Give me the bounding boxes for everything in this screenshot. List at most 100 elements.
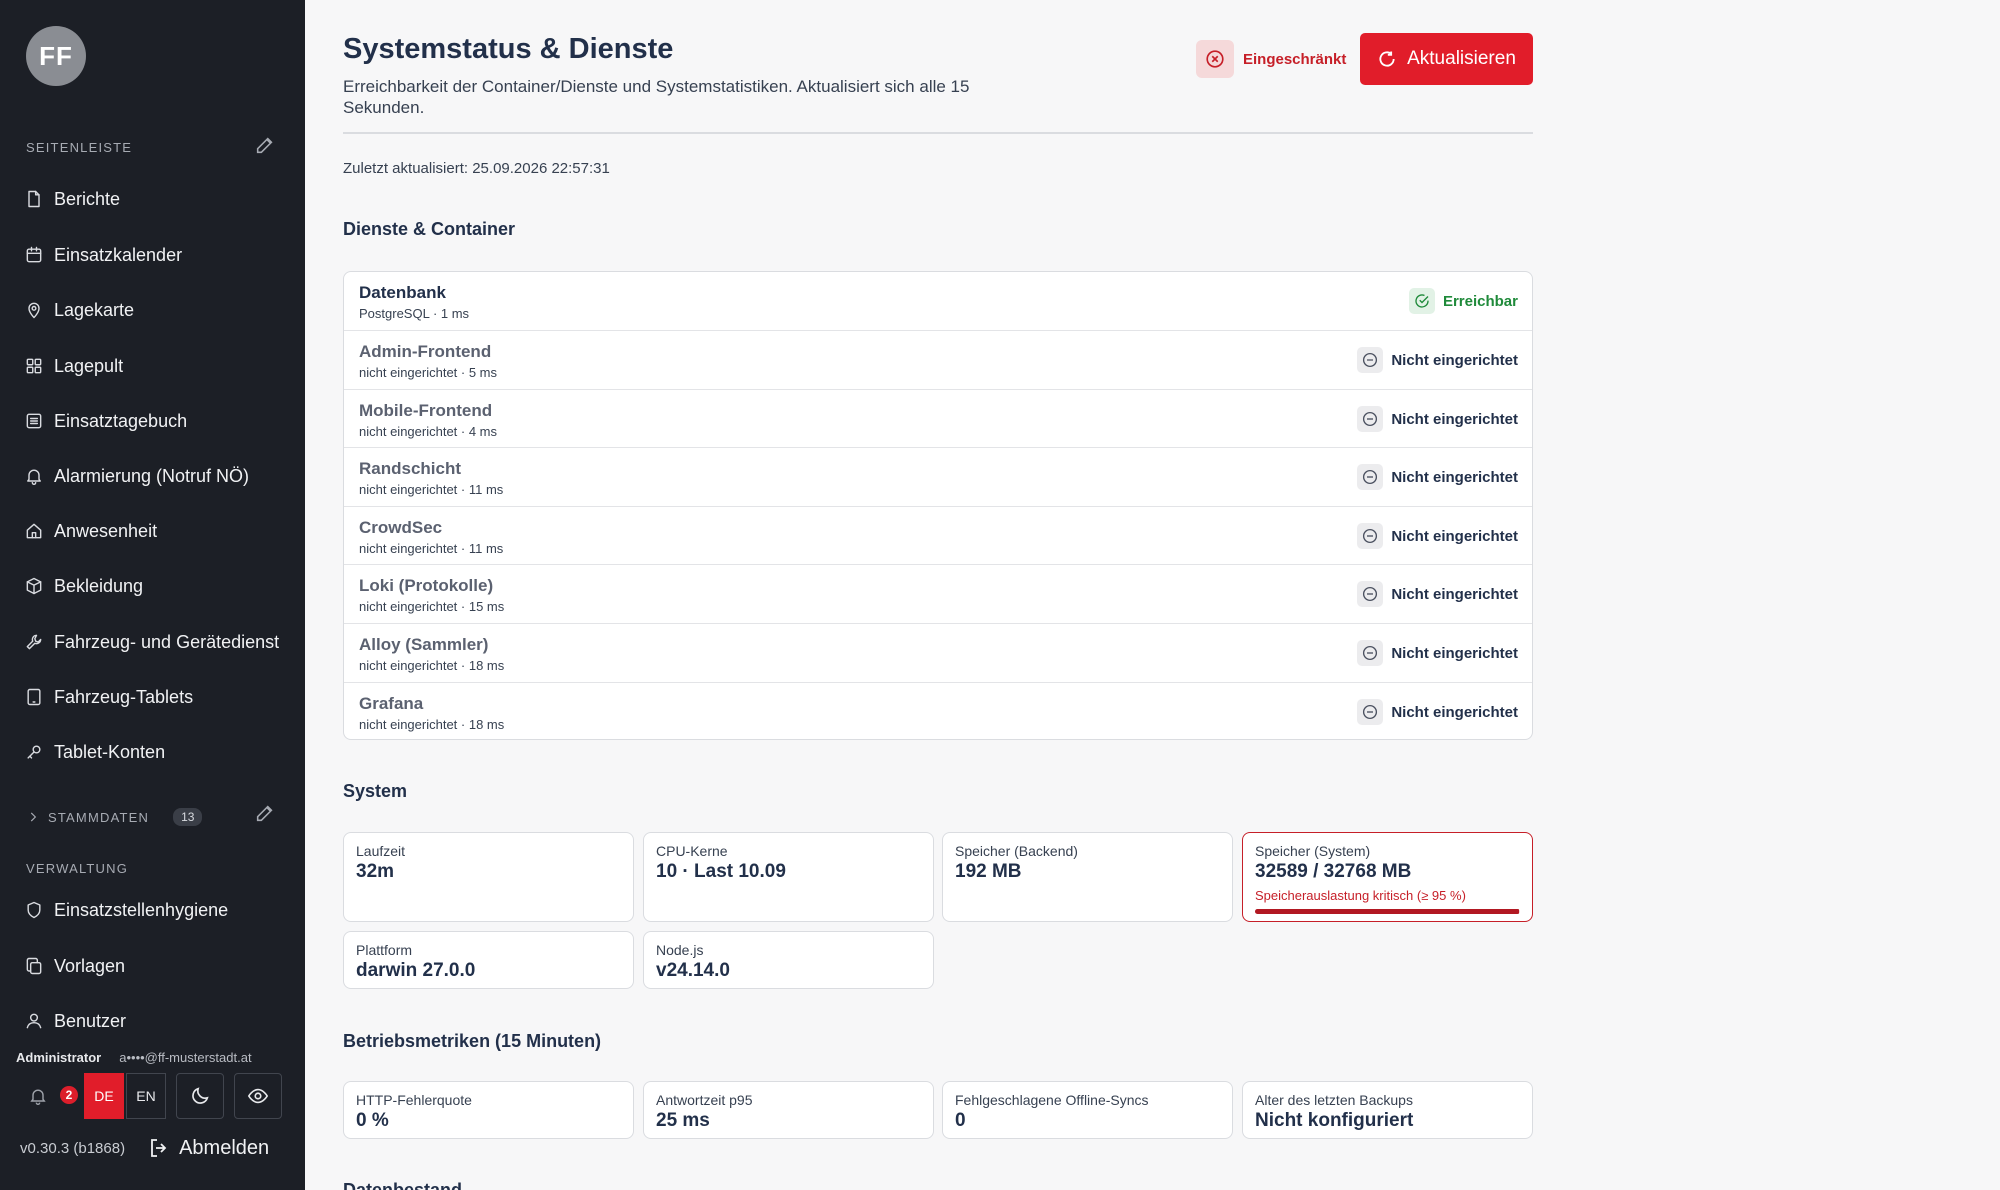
overall-status-text: Eingeschränkt <box>1243 50 1347 68</box>
service-status: Nicht eingerichtet <box>1357 640 1518 666</box>
service-name: Mobile-Frontend <box>359 401 493 420</box>
sidebar-item-alarmierung[interactable]: Alarmierung (Notruf NÖ) <box>24 458 249 494</box>
sidebar-item-bekleidung[interactable]: Bekleidung <box>24 568 143 604</box>
status-icon-wrapper <box>1357 699 1384 725</box>
version-row: v0.30.3 (b1868) Abmelden <box>20 1132 269 1164</box>
sidebar-item-label: Einsatzkalender <box>54 244 183 265</box>
service-status: Nicht eingerichtet <box>1357 581 1518 607</box>
wrench-icon <box>26 634 42 650</box>
refresh-button[interactable]: Aktualisieren <box>1360 33 1533 85</box>
stat-label: Speicher (System) <box>1255 843 1371 859</box>
verwaltung-section: VERWALTUNG <box>26 861 128 876</box>
sidebar-item-benutzer[interactable]: Benutzer <box>24 1003 126 1039</box>
bell-icon <box>30 1089 46 1105</box>
sidebar-item-lagekarte[interactable]: Lagekarte <box>24 292 134 328</box>
memory-usage-bar <box>1255 909 1520 914</box>
services-heading: Dienste & Container <box>343 219 516 239</box>
status-icon-wrapper <box>1357 347 1384 373</box>
stat-label: Node.js <box>656 942 704 958</box>
sidebar-item-einsatzstellenhygiene[interactable]: Einsatzstellenhygiene <box>24 892 228 928</box>
user-icon <box>26 1013 42 1029</box>
service-name: Alloy (Sammler) <box>359 635 489 654</box>
stat-value: v24.14.0 <box>656 960 730 981</box>
metric-label: HTTP-Fehlerquote <box>356 1092 472 1108</box>
service-row: Alloy (Sammler) nicht eingerichtet · 18 … <box>344 623 1532 681</box>
sidebar-item-fahrzeugdienst[interactable]: Fahrzeug- und Gerätedienst <box>24 624 279 660</box>
language-de-button[interactable]: DE <box>84 1073 124 1119</box>
language-en-button[interactable]: EN <box>126 1073 166 1119</box>
sidebar-item-einsatzkalender[interactable]: Einsatzkalender <box>24 237 182 273</box>
service-name: Datenbank <box>359 283 446 302</box>
memory-usage-fill <box>1255 909 1519 914</box>
pencil-icon[interactable] <box>254 802 276 824</box>
metric-label: Fehlgeschlagene Offline-Syncs <box>955 1092 1149 1108</box>
home-icon <box>26 523 42 539</box>
minus-circle-icon <box>1363 528 1378 544</box>
minus-circle-icon <box>1363 352 1378 368</box>
metric-card-failed-syncs: Fehlgeschlagene Offline-Syncs 0 <box>942 1081 1233 1139</box>
sidebar-item-tablet-konten[interactable]: Tablet-Konten <box>24 734 165 770</box>
metric-card-backup-age: Alter des letzten Backups Nicht konfigur… <box>1242 1081 1533 1139</box>
sidebar-item-label: Einsatztagebuch <box>54 410 188 431</box>
sidebar-item-anwesenheit[interactable]: Anwesenheit <box>24 513 157 549</box>
notifications-button[interactable]: 2 <box>16 1074 78 1118</box>
x-circle-icon <box>1206 50 1224 68</box>
sidebar: FF SEITENLEISTE Berichte Einsatzkalender… <box>0 0 305 1190</box>
sidebar-item-label: Einsatzstellenhygiene <box>54 899 229 920</box>
service-meta: nicht eingerichtet · 11 ms <box>359 482 504 497</box>
user-info: Administrator a••••@ff-musterstadt.at <box>16 1050 252 1065</box>
sidebar-item-berichte[interactable]: Berichte <box>24 181 120 217</box>
stammdaten-section[interactable]: STAMMDATEN 13 <box>26 805 273 826</box>
sidebar-controls: 2 DE EN <box>16 1072 282 1120</box>
service-meta: nicht eingerichtet · 4 ms <box>359 424 498 439</box>
metric-card-response-time: Antwortzeit p95 25 ms <box>643 1081 934 1139</box>
page-subtitle: Erreichbarkeit der Container/Dienste und… <box>343 77 970 117</box>
sidebar-item-label: Alarmierung (Notruf NÖ) <box>54 465 250 486</box>
status-icon-wrapper <box>1357 640 1384 666</box>
service-status-text: Nicht eingerichtet <box>1391 351 1518 369</box>
service-name: Admin-Frontend <box>359 342 492 361</box>
sidebar-item-fahrzeug-tablets[interactable]: Fahrzeug-Tablets <box>24 679 193 715</box>
minus-circle-icon <box>1363 645 1378 661</box>
metric-value: 0 % <box>356 1110 389 1131</box>
stat-card-cpu: CPU-Kerne 10 · Last 10.09 <box>643 832 934 922</box>
sidebar-item-einsatztagebuch[interactable]: Einsatztagebuch <box>24 403 187 439</box>
service-row: Randschicht nicht eingerichtet · 11 ms N… <box>344 447 1532 505</box>
grid-icon <box>26 358 42 374</box>
stat-label: Speicher (Backend) <box>955 843 1078 859</box>
stat-value: 32589 / 32768 MB <box>1255 861 1412 882</box>
sidebar-item-lagepult[interactable]: Lagepult <box>24 348 123 384</box>
sidebar-item-label: Lagekarte <box>54 299 135 320</box>
stat-label: CPU-Kerne <box>656 843 728 859</box>
stat-card-system-memory: Speicher (System) 32589 / 32768 MB Speic… <box>1242 832 1533 922</box>
service-status-text: Nicht eingerichtet <box>1391 703 1518 721</box>
theme-toggle-button[interactable] <box>176 1073 224 1119</box>
sidebar-item-vorlagen[interactable]: Vorlagen <box>24 948 125 984</box>
service-status: Nicht eingerichtet <box>1357 347 1518 373</box>
last-updated: Zuletzt aktualisiert: 25.09.2026 22:57:3… <box>343 160 610 177</box>
service-row: Grafana nicht eingerichtet · 18 ms Nicht… <box>344 682 1532 739</box>
system-heading: System <box>343 781 408 801</box>
pencil-icon[interactable] <box>254 134 276 156</box>
eye-icon <box>247 1088 269 1104</box>
service-status-text: Erreichbar <box>1442 292 1518 310</box>
status-icon-wrapper <box>1357 406 1384 432</box>
box-icon <box>26 577 42 595</box>
minus-circle-icon <box>1363 469 1378 485</box>
tablet-icon <box>27 688 41 706</box>
minus-circle-icon <box>1363 586 1378 602</box>
service-meta: PostgreSQL · 1 ms <box>359 306 470 321</box>
service-status: Nicht eingerichtet <box>1357 699 1518 725</box>
avatar[interactable]: FF <box>26 26 86 86</box>
visibility-toggle-button[interactable] <box>234 1073 282 1119</box>
map-pin-icon <box>28 302 40 319</box>
service-status-text: Nicht eingerichtet <box>1391 468 1518 486</box>
service-name: Randschicht <box>359 459 462 478</box>
service-status-text: Nicht eingerichtet <box>1391 527 1518 545</box>
service-row: Loki (Protokolle) nicht eingerichtet · 1… <box>344 564 1532 622</box>
logout-button[interactable]: Abmelden <box>147 1136 269 1160</box>
sidebar-item-label: Benutzer <box>54 1010 127 1031</box>
key-icon <box>27 745 41 759</box>
stat-label: Laufzeit <box>356 843 406 859</box>
service-meta: nicht eingerichtet · 18 ms <box>359 717 505 732</box>
